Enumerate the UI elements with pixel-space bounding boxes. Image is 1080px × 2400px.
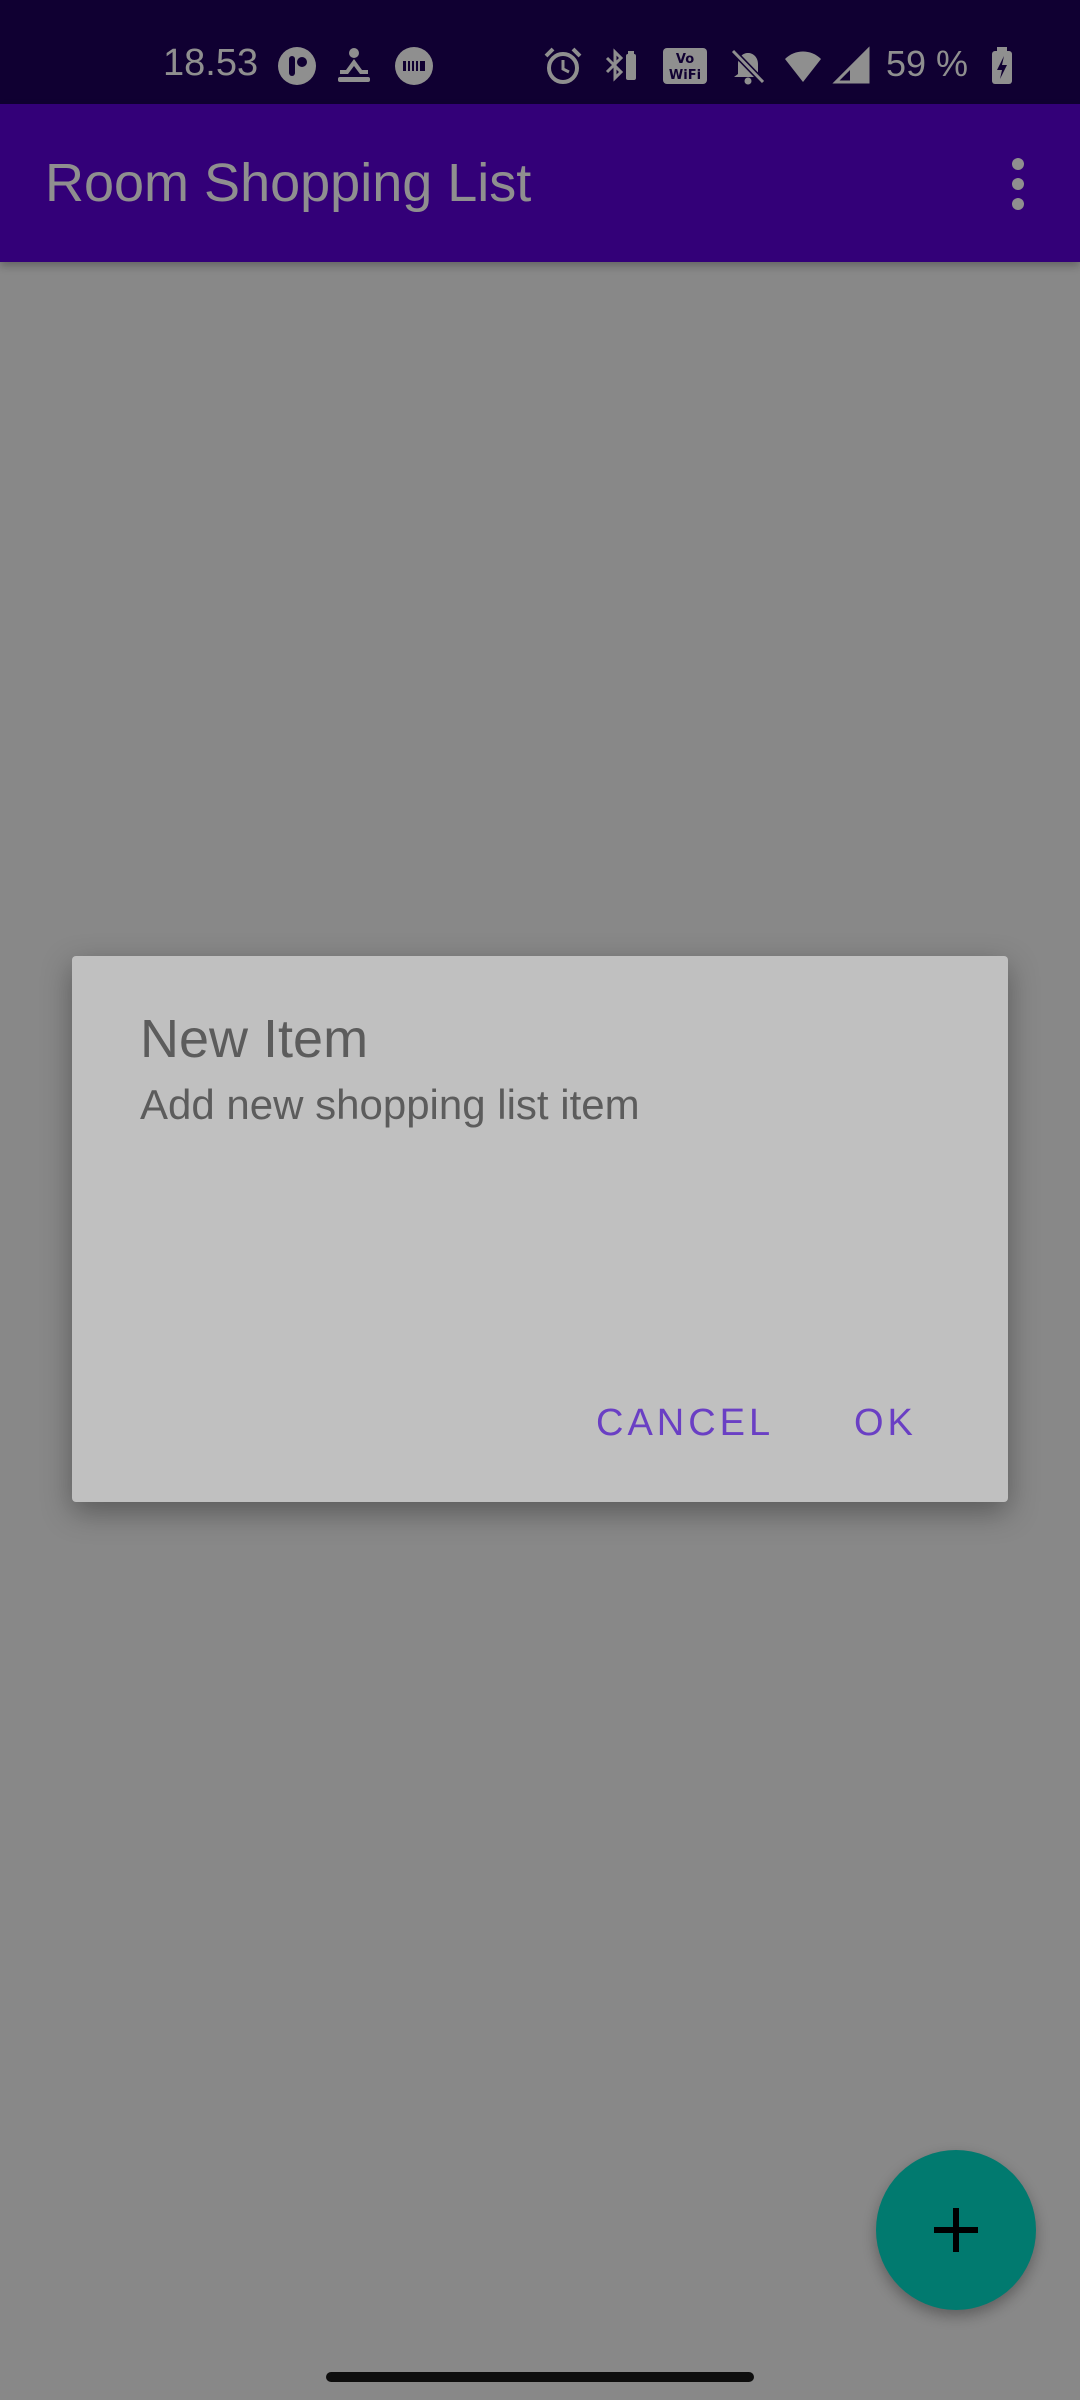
ok-button[interactable]: OK [854, 1404, 917, 1442]
new-item-dialog: New Item Add new shopping list item CANC… [72, 956, 1008, 1502]
dialog-title: New Item [140, 1009, 369, 1069]
cancel-button[interactable]: CANCEL [596, 1404, 774, 1442]
screen: 18.53 Vo WiFi 59 % Room Shopping List Ne… [0, 0, 1080, 2400]
dialog-message: Add new shopping list item [140, 1081, 640, 1128]
